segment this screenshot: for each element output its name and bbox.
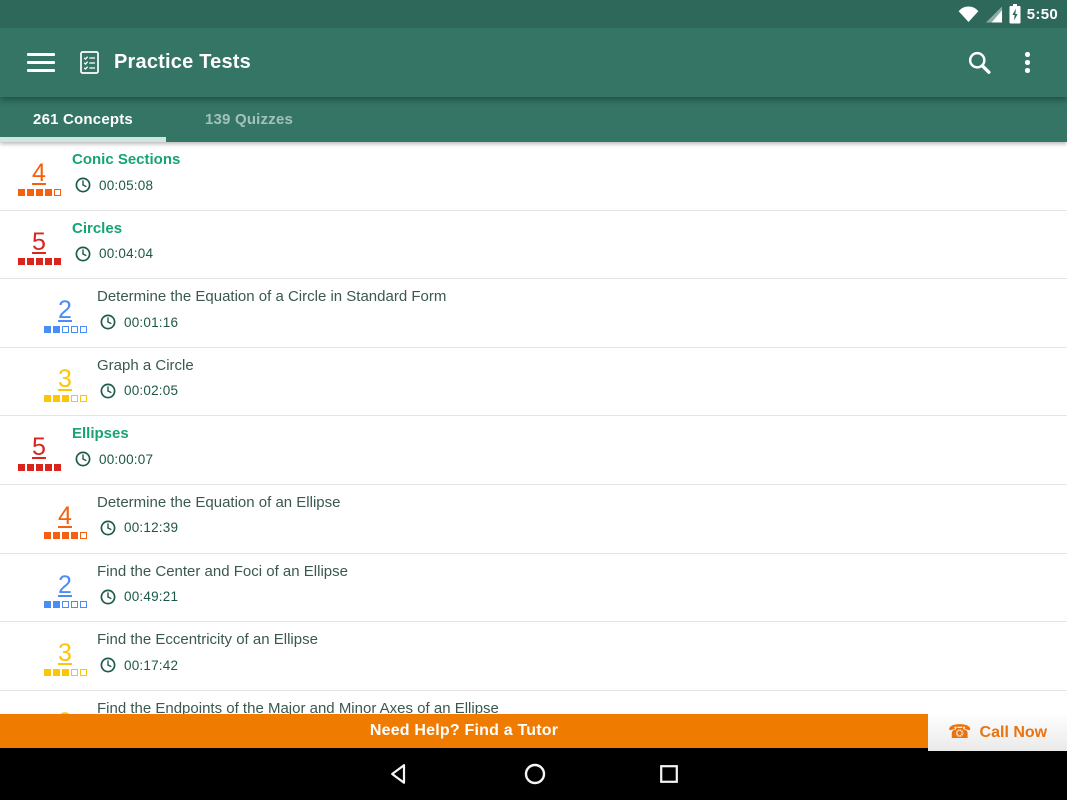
- item-title: Find the Eccentricity of an Ellipse: [97, 631, 318, 649]
- search-icon[interactable]: [966, 49, 993, 76]
- item-title: Find the Center and Foci of an Ellipse: [97, 562, 348, 580]
- score-squares: [42, 395, 88, 403]
- item-title: Graph a Circle: [97, 356, 194, 374]
- recents-icon[interactable]: [658, 763, 680, 785]
- banner-text: Need Help? Find a Tutor: [369, 722, 559, 739]
- active-tab-indicator: [0, 137, 166, 142]
- item-title: Determine the Equation of an Ellipse: [97, 493, 341, 511]
- time-value: 00:00:07: [99, 451, 154, 467]
- cellular-signal-icon: [985, 5, 1002, 23]
- score-number: 2: [58, 570, 72, 599]
- android-nav-bar: [0, 748, 1067, 800]
- elapsed-time: 00:17:42: [100, 657, 1067, 673]
- home-icon[interactable]: [523, 762, 547, 786]
- difficulty-score: 2: [42, 296, 88, 334]
- list-item[interactable]: 5 Circles 00:04:04: [0, 210, 1067, 280]
- score-number: 5: [32, 227, 46, 256]
- score-squares: [42, 326, 88, 334]
- score-squares: [16, 463, 62, 471]
- list-item[interactable]: 3 Graph a Circle 00:02:05: [0, 347, 1067, 417]
- score-number: 3: [58, 639, 72, 668]
- difficulty-score: 4: [42, 501, 88, 540]
- elapsed-time: 00:02:05: [100, 383, 1067, 399]
- clock-icon: [100, 314, 116, 330]
- elapsed-time: 00:05:08: [75, 177, 1067, 193]
- clock-icon: [75, 451, 91, 467]
- concept-list: 4 Conic Sections 00:05:08 5 Circles 00:04:04 2…: [0, 142, 1067, 748]
- status-bar: 5:50: [0, 0, 1067, 28]
- time-value: 00:02:05: [124, 383, 179, 399]
- find-tutor-banner[interactable]: Need Help? Find a Tutor: [0, 714, 928, 748]
- difficulty-score: 3: [42, 639, 88, 677]
- clock-icon: [100, 657, 116, 673]
- tab-bar: 261 Concepts 139 Quizzes: [0, 97, 1067, 142]
- app-bar: Practice Tests: [0, 28, 1067, 97]
- battery-charging-icon: [1009, 4, 1021, 24]
- call-now-button[interactable]: ☎ Call Now: [928, 714, 1067, 751]
- item-title: Conic Sections: [72, 151, 181, 168]
- page-title: Practice Tests: [114, 51, 251, 73]
- clock-icon: [100, 520, 116, 536]
- list-item[interactable]: 3 Find the Eccentricity of an Ellipse 00:1…: [0, 622, 1067, 691]
- elapsed-time: 00:04:04: [75, 246, 1067, 262]
- item-title: Circles: [72, 219, 123, 237]
- time-value: 00:01:16: [124, 314, 179, 330]
- time-value: 00:05:08: [99, 177, 154, 193]
- list-item[interactable]: 5 Ellipses 00:00:07: [0, 416, 1067, 485]
- list-item[interactable]: 2 Find the Center and Foci of an Ellipse 0…: [0, 553, 1067, 623]
- wifi-icon: [958, 5, 979, 22]
- list-item[interactable]: 4 Determine the Equation of an Ellipse 00:…: [0, 484, 1067, 554]
- clock-icon: [75, 246, 91, 262]
- score-squares: [42, 600, 88, 608]
- difficulty-score: 4: [16, 159, 62, 197]
- menu-icon[interactable]: [27, 48, 55, 77]
- practice-test-doc-icon: [80, 51, 99, 74]
- status-time: 5:50: [1026, 5, 1058, 23]
- elapsed-time: 00:01:16: [100, 314, 1067, 330]
- elapsed-time: 00:12:39: [100, 520, 1067, 536]
- score-number: 4: [58, 501, 72, 530]
- score-number: 3: [58, 364, 72, 393]
- time-value: 00:12:39: [124, 520, 179, 536]
- score-squares: [16, 189, 62, 197]
- clock-icon: [75, 177, 91, 193]
- score-squares: [42, 532, 88, 540]
- clock-icon: [100, 383, 116, 399]
- tab-quizzes[interactable]: 139 Quizzes: [166, 97, 332, 142]
- score-number: 2: [58, 296, 72, 325]
- screen: 5:50 Practice Tests 261 Concepts 139 Qui…: [0, 0, 1067, 800]
- item-title: Find the Endpoints of the Major and Mino…: [97, 699, 499, 717]
- difficulty-score: 2: [42, 570, 88, 608]
- call-now-label: Call Now: [979, 723, 1048, 741]
- back-icon[interactable]: [388, 762, 412, 786]
- score-squares: [42, 669, 88, 677]
- item-title: Ellipses: [72, 425, 129, 443]
- list-item[interactable]: 4 Conic Sections 00:05:08: [0, 142, 1067, 211]
- elapsed-time: 00:49:21: [100, 589, 1067, 605]
- time-value: 00:49:21: [124, 589, 179, 605]
- overflow-menu-icon[interactable]: [1019, 47, 1036, 78]
- clock-icon: [100, 589, 116, 605]
- phone-icon: ☎: [947, 722, 972, 743]
- elapsed-time: 00:00:07: [75, 451, 1067, 467]
- score-squares: [16, 257, 62, 265]
- score-number: 5: [32, 433, 46, 462]
- difficulty-score: 5: [16, 433, 62, 471]
- time-value: 00:04:04: [99, 246, 154, 262]
- difficulty-score: 3: [42, 364, 88, 403]
- difficulty-score: 5: [16, 227, 62, 265]
- score-number: 4: [32, 159, 46, 187]
- tab-quizzes-label: 139 Quizzes: [204, 111, 294, 128]
- item-title: Determine the Equation of a Circle in St…: [97, 288, 447, 306]
- time-value: 00:17:42: [124, 657, 179, 673]
- tab-concepts-label: 261 Concepts: [33, 111, 133, 128]
- tab-concepts[interactable]: 261 Concepts: [0, 97, 166, 142]
- list-item[interactable]: 2 Determine the Equation of a Circle in S…: [0, 279, 1067, 348]
